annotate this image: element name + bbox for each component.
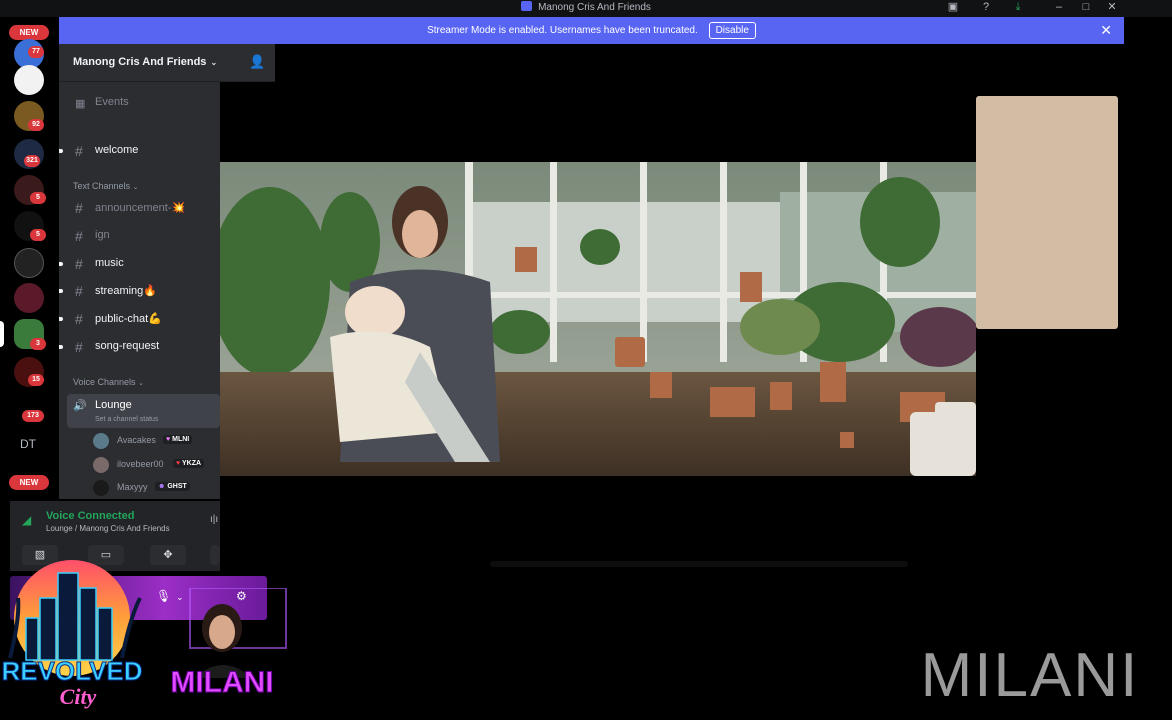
server-name: Manong Cris And Friends xyxy=(73,56,207,68)
events-item[interactable]: ▦ Events xyxy=(59,92,220,114)
channel-welcome[interactable]: # welcome xyxy=(59,140,220,162)
server-icon[interactable] xyxy=(14,248,44,278)
svg-text:MILANI: MILANI xyxy=(170,666,273,698)
calendar-icon: ▦ xyxy=(75,98,86,110)
streamer-mode-banner: Streamer Mode is enabled. Usernames have… xyxy=(59,17,1124,44)
hash-icon: # xyxy=(75,256,83,272)
stream-progress-track xyxy=(490,561,908,567)
close-icon[interactable]: ✕ xyxy=(1101,0,1123,14)
unread-count-badge: 173 xyxy=(22,410,44,422)
unread-count-badge: 5 xyxy=(30,229,46,241)
unread-count-badge: 15 xyxy=(28,374,44,386)
server-icon[interactable] xyxy=(14,283,44,313)
discord-icon xyxy=(521,1,533,11)
channel-public-chat[interactable]: # public-chat💪 xyxy=(59,308,220,330)
voice-connected-subtitle[interactable]: Lounge / Manong Cris And Friends xyxy=(46,524,170,533)
unread-indicator xyxy=(59,289,63,293)
guild-tag: ☻ GHST xyxy=(155,482,190,491)
stream-video[interactable] xyxy=(220,162,976,476)
download-icon[interactable]: ⤓ xyxy=(1007,0,1029,14)
voice-user[interactable]: Maxyyy ☻ GHST xyxy=(93,479,220,497)
unread-indicator xyxy=(59,149,63,153)
server-rail: NEW 77 92 321 5 5 3 15 173 DT NEW xyxy=(0,17,58,512)
stream-frame-image xyxy=(220,162,976,476)
channel-music[interactable]: # music xyxy=(59,253,220,275)
avatar xyxy=(93,457,109,473)
channel-streaming[interactable]: # streaming🔥 xyxy=(59,280,220,302)
voice-connected-title[interactable]: Voice Connected xyxy=(46,510,134,522)
chevron-down-icon: ⌄ xyxy=(138,380,144,387)
category-text-channels[interactable]: Text Channels ⌄ xyxy=(73,181,138,191)
svg-text:REVOLVED: REVOLVED xyxy=(1,656,142,686)
voice-user[interactable]: Avacakes ♥ MLNI xyxy=(93,432,220,450)
inbox-icon[interactable]: ▣ xyxy=(942,0,964,14)
category-voice-channels[interactable]: Voice Channels ⌄ xyxy=(73,377,144,387)
unread-indicator xyxy=(59,262,63,266)
unread-count-badge: 5 xyxy=(30,192,46,204)
svg-text:MILANI: MILANI xyxy=(921,641,1140,704)
hash-icon: # xyxy=(75,339,83,355)
chevron-down-icon: ⌄ xyxy=(132,184,139,191)
hash-icon: # xyxy=(75,283,83,299)
minimize-icon[interactable]: – xyxy=(1048,0,1070,14)
unread-count-badge: 3 xyxy=(30,338,46,350)
disable-streamer-mode-button[interactable]: Disable xyxy=(708,22,756,39)
speaker-icon: 🔊 xyxy=(73,400,87,412)
channel-announcement[interactable]: # announcement-💥 xyxy=(59,197,220,219)
participant-tile[interactable] xyxy=(976,96,1118,329)
avatar xyxy=(93,433,109,449)
svg-text:City: City xyxy=(60,684,97,709)
dm-label[interactable]: DT xyxy=(20,437,36,451)
help-icon[interactable]: ? xyxy=(975,0,997,14)
banner-close-icon[interactable]: ✕ xyxy=(1100,17,1112,44)
avatar xyxy=(93,480,109,496)
new-badge: NEW xyxy=(9,25,49,40)
unread-indicator xyxy=(59,345,63,349)
hash-icon: # xyxy=(75,228,83,244)
channel-ign[interactable]: # ign xyxy=(59,225,220,247)
voice-channel-lounge[interactable]: 🔊 Lounge Set a channel status xyxy=(67,394,220,428)
new-badge: NEW xyxy=(9,475,49,490)
soundboard-icon[interactable] xyxy=(210,545,220,565)
channel-song-request[interactable]: # song-request xyxy=(59,336,220,358)
guild-tag: ♥ MLNI xyxy=(163,435,193,444)
server-header[interactable]: Manong Cris And Friends ⌄ 👤 xyxy=(59,44,275,82)
hash-icon: # xyxy=(75,200,83,216)
window-titlebar: Manong Cris And Friends ▣ ? ⤓ – □ ✕ xyxy=(0,0,1172,17)
server-icon[interactable] xyxy=(14,65,44,95)
milani-watermark: MILANI xyxy=(912,640,1152,710)
chevron-down-icon: ⌄ xyxy=(210,58,218,67)
guild-tag: ♥ YKZA xyxy=(173,459,205,468)
maximize-icon[interactable]: □ xyxy=(1075,0,1097,14)
unread-indicator xyxy=(59,317,63,321)
unread-count-badge: 92 xyxy=(28,119,44,131)
soundwave-icon: ı|ı xyxy=(210,514,219,525)
channel-sidebar: ▦ Events # welcome Text Channels ⌄ # ann… xyxy=(59,44,220,499)
add-member-icon[interactable]: 👤 xyxy=(249,54,265,70)
channel-status[interactable]: Set a channel status xyxy=(95,416,158,423)
hash-icon: # xyxy=(75,143,83,159)
selected-server-pill xyxy=(0,321,4,347)
hash-icon: # xyxy=(75,311,83,327)
revolved-city-logo: REVOLVED City xyxy=(0,558,160,716)
signal-icon: ◢ xyxy=(22,513,32,527)
unread-count-badge: 77 xyxy=(28,46,44,58)
webcam-overlay: MILANI xyxy=(160,587,290,700)
banner-text: Streamer Mode is enabled. Usernames have… xyxy=(427,25,698,36)
unread-count-badge: 321 xyxy=(24,155,40,167)
voice-user[interactable]: ilovebeer00 ♥ YKZA xyxy=(93,456,220,474)
